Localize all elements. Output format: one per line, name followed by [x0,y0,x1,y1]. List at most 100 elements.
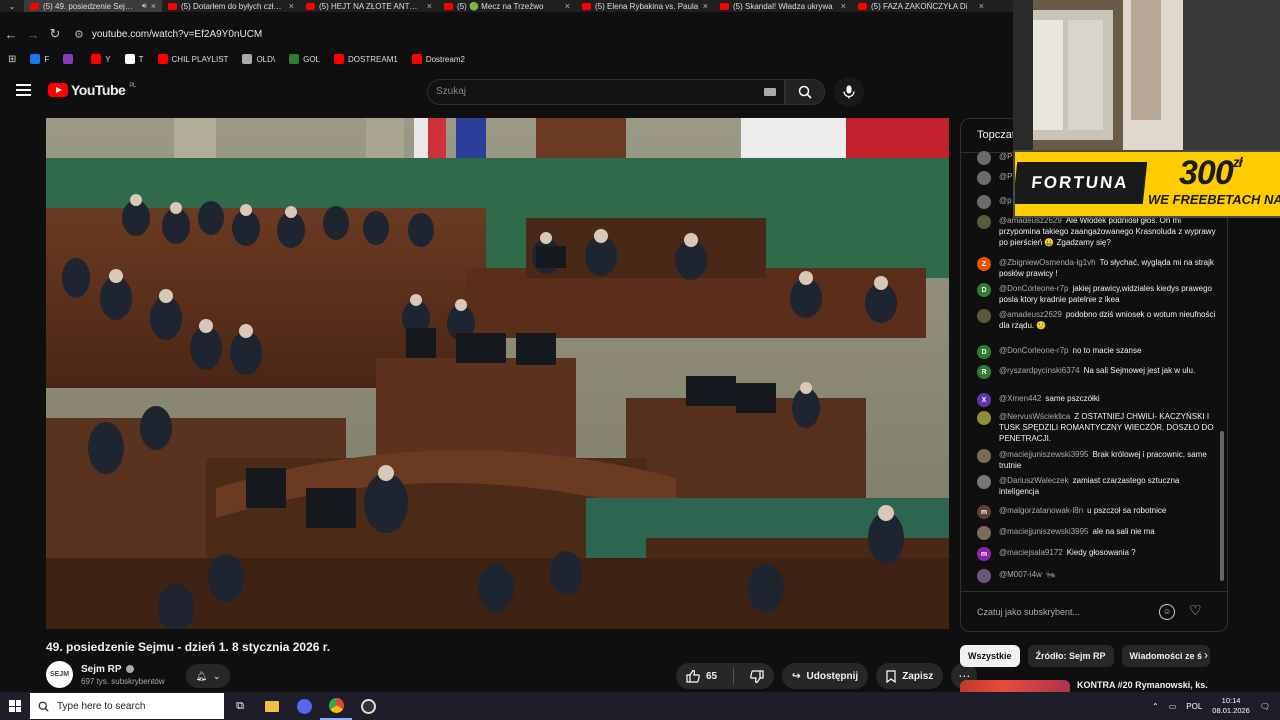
close-tab-icon[interactable]: × [427,1,432,11]
chat-message[interactable]: Z @ZbigniewOsmenda-lg1vh To słychać, wyglą… [977,257,1217,279]
browser-tab[interactable]: (5) Skandal! Władza ukrywa × [714,0,852,12]
chat-avatar[interactable] [977,171,991,185]
browser-tab[interactable]: (5) FAZA ZAKOŃCZYŁA Di × [852,0,990,12]
chat-avatar[interactable] [977,195,991,209]
chat-avatar[interactable] [977,569,991,583]
audio-icon[interactable]: 🔊︎ [142,1,147,11]
chat-avatar[interactable] [977,449,991,463]
chat-author[interactable]: @maciejsala9172 [999,548,1063,557]
taskbar-search-input[interactable]: Type here to search [30,693,224,719]
back-button[interactable]: ← [0,23,22,45]
browser-tab[interactable]: (5) Elena Rybakina vs. Paula × [576,0,714,12]
notifications-icon[interactable]: 🗨︎ [1260,702,1270,711]
chat-message[interactable]: @NervusWścieklica Z OSTATNIEJ CHWILI- KAC… [977,411,1217,444]
menu-icon[interactable] [16,84,31,96]
discord-icon[interactable] [288,692,320,720]
chat-author[interactable]: @P [999,172,1012,181]
close-tab-icon[interactable]: × [289,1,294,11]
bookmark-item[interactable]: Y [91,54,111,64]
chat-avatar[interactable] [977,411,991,425]
chat-message[interactable]: m @maciejsala9172 Kiedy głosowania ? [977,547,1217,561]
tray-chevron-up-icon[interactable]: ⌃ [1152,702,1159,711]
voice-search-button[interactable] [834,77,864,107]
chat-avatar[interactable]: m [977,505,991,519]
chrome-icon[interactable] [320,692,352,720]
chat-message[interactable]: @amadeusz2629 podobno dziś wniosek o wotu… [977,309,1217,331]
file-explorer-icon[interactable] [256,692,288,720]
recommended-thumbnail[interactable] [960,680,1070,692]
emoji-icon[interactable]: ☺ [1159,604,1175,620]
chat-author[interactable]: @DonCorleone-r7p [999,346,1069,355]
network-icon[interactable]: ▭ [1169,702,1177,711]
chat-message[interactable]: @maciejjuniszewski3995 ale na sali nie ma [977,526,1217,540]
chat-avatar[interactable]: D [977,283,991,297]
channel-avatar[interactable]: SEJM [46,661,73,688]
close-tab-icon[interactable]: × [979,1,984,11]
chat-message[interactable]: D @DonCorleone-r7p no to macie szanse [977,345,1217,359]
chat-message[interactable]: @amadeusz2629 Ale Włodek podniósł głos. O… [977,215,1217,248]
chat-avatar[interactable]: R [977,365,991,379]
chat-author[interactable]: @M007-i4w [999,570,1042,579]
start-button[interactable] [0,692,30,720]
chat-messages[interactable]: @Psej@Pkw@p@amadeusz2629Ale Włodek podni… [961,151,1227,593]
apps-grid-icon[interactable]: ⊞ [8,54,16,65]
chat-message[interactable]: @M007-i4w 🐜 [977,569,1217,583]
url-text[interactable]: youtube.com/watch?v=Ef2A9Y0nUCM [92,29,262,40]
filter-chip[interactable]: Wszystkie [960,645,1020,667]
browser-tab[interactable]: (5) Dotarłem do byłych członków × [162,0,300,12]
chat-avatar[interactable] [977,475,991,489]
dislike-button[interactable] [740,663,774,689]
share-button[interactable]: ↪ Udostępnij [782,663,869,689]
browser-tab[interactable]: (5) 49. posiedzenie Sejmu - dzie 🔊︎ × [24,0,162,12]
save-button[interactable]: Zapisz [876,663,944,689]
bookmark-item[interactable] [63,54,77,64]
chat-author[interactable]: @P [999,152,1012,161]
close-tab-icon[interactable]: × [565,1,570,11]
bookmark-item[interactable]: Dostream2 [411,54,465,64]
chat-message[interactable]: X @Xmen442 same pszczółki [977,393,1217,407]
chat-message[interactable]: R @ryszardpycinski6374 Na sali Sejmowej je… [977,365,1217,379]
recommended-title[interactable]: KONTRA #20 Rymanowski, ks. [1077,680,1208,690]
chat-author[interactable]: @DariuszWaleczek [999,476,1069,485]
bookmark-item[interactable]: OLD\ [242,54,275,64]
chat-author[interactable]: @maciejjuniszewski3995 [999,527,1089,536]
chat-message[interactable]: @maciejjuniszewski3995 Brak królowej i pr… [977,449,1217,471]
bookmark-item[interactable]: DOSTREAM1 [334,54,398,64]
input-language[interactable]: POL [1186,702,1202,711]
chat-author[interactable]: @NervusWścieklica [999,412,1070,421]
tab-search-chevron-icon[interactable]: ⌄ [0,0,24,12]
like-button[interactable]: 65 [676,663,727,689]
chat-avatar[interactable]: m [977,547,991,561]
heart-icon[interactable]: ♡ [1189,602,1202,619]
close-tab-icon[interactable]: × [151,1,156,11]
bookmark-item[interactable]: CHIL PLAYLIST [157,54,228,64]
chat-author[interactable]: @amadeusz2629 [999,310,1062,319]
url-field[interactable]: ⚙ youtube.com/watch?v=Ef2A9Y0nUCM [74,28,262,41]
chat-author[interactable]: @Xmen442 [999,394,1041,403]
chat-avatar[interactable] [977,526,991,540]
chat-avatar[interactable]: D [977,345,991,359]
close-tab-icon[interactable]: × [703,1,708,11]
browser-tab[interactable]: (5) 🟢 Mecz na Trzeźwo × [438,0,576,12]
clock[interactable]: 10:14 08.01.2026 [1212,696,1250,716]
video-player[interactable] [46,118,949,629]
chevron-right-icon[interactable]: › [1204,648,1208,662]
notification-bell-button[interactable]: 🔔︎ ⌄ [186,664,230,688]
keyboard-icon[interactable] [764,88,776,96]
search-button[interactable] [785,79,825,105]
bookmark-item[interactable]: GOL [289,54,320,64]
chat-author[interactable]: @DonCorleone-r7p [999,284,1069,293]
obs-icon[interactable] [352,692,384,720]
chat-scrollbar[interactable] [1220,431,1224,581]
filter-chip[interactable]: Wiadomości ze ś [1121,645,1210,667]
search-input[interactable]: Szukaj [427,79,785,105]
chat-avatar[interactable]: Z [977,257,991,271]
chat-author[interactable]: @malgorzatanowak-l8n [999,506,1083,515]
chat-author[interactable]: @p [999,196,1012,205]
chat-avatar[interactable]: X [977,393,991,407]
chat-message[interactable]: D @DonCorleone-r7p jakiej prawicy,widziale… [977,283,1217,305]
site-info-icon[interactable]: ⚙ [74,28,84,41]
chat-author[interactable]: @maciejjuniszewski3995 [999,450,1089,459]
task-view-icon[interactable]: ⧉ [224,692,256,720]
chat-avatar[interactable] [977,309,991,323]
